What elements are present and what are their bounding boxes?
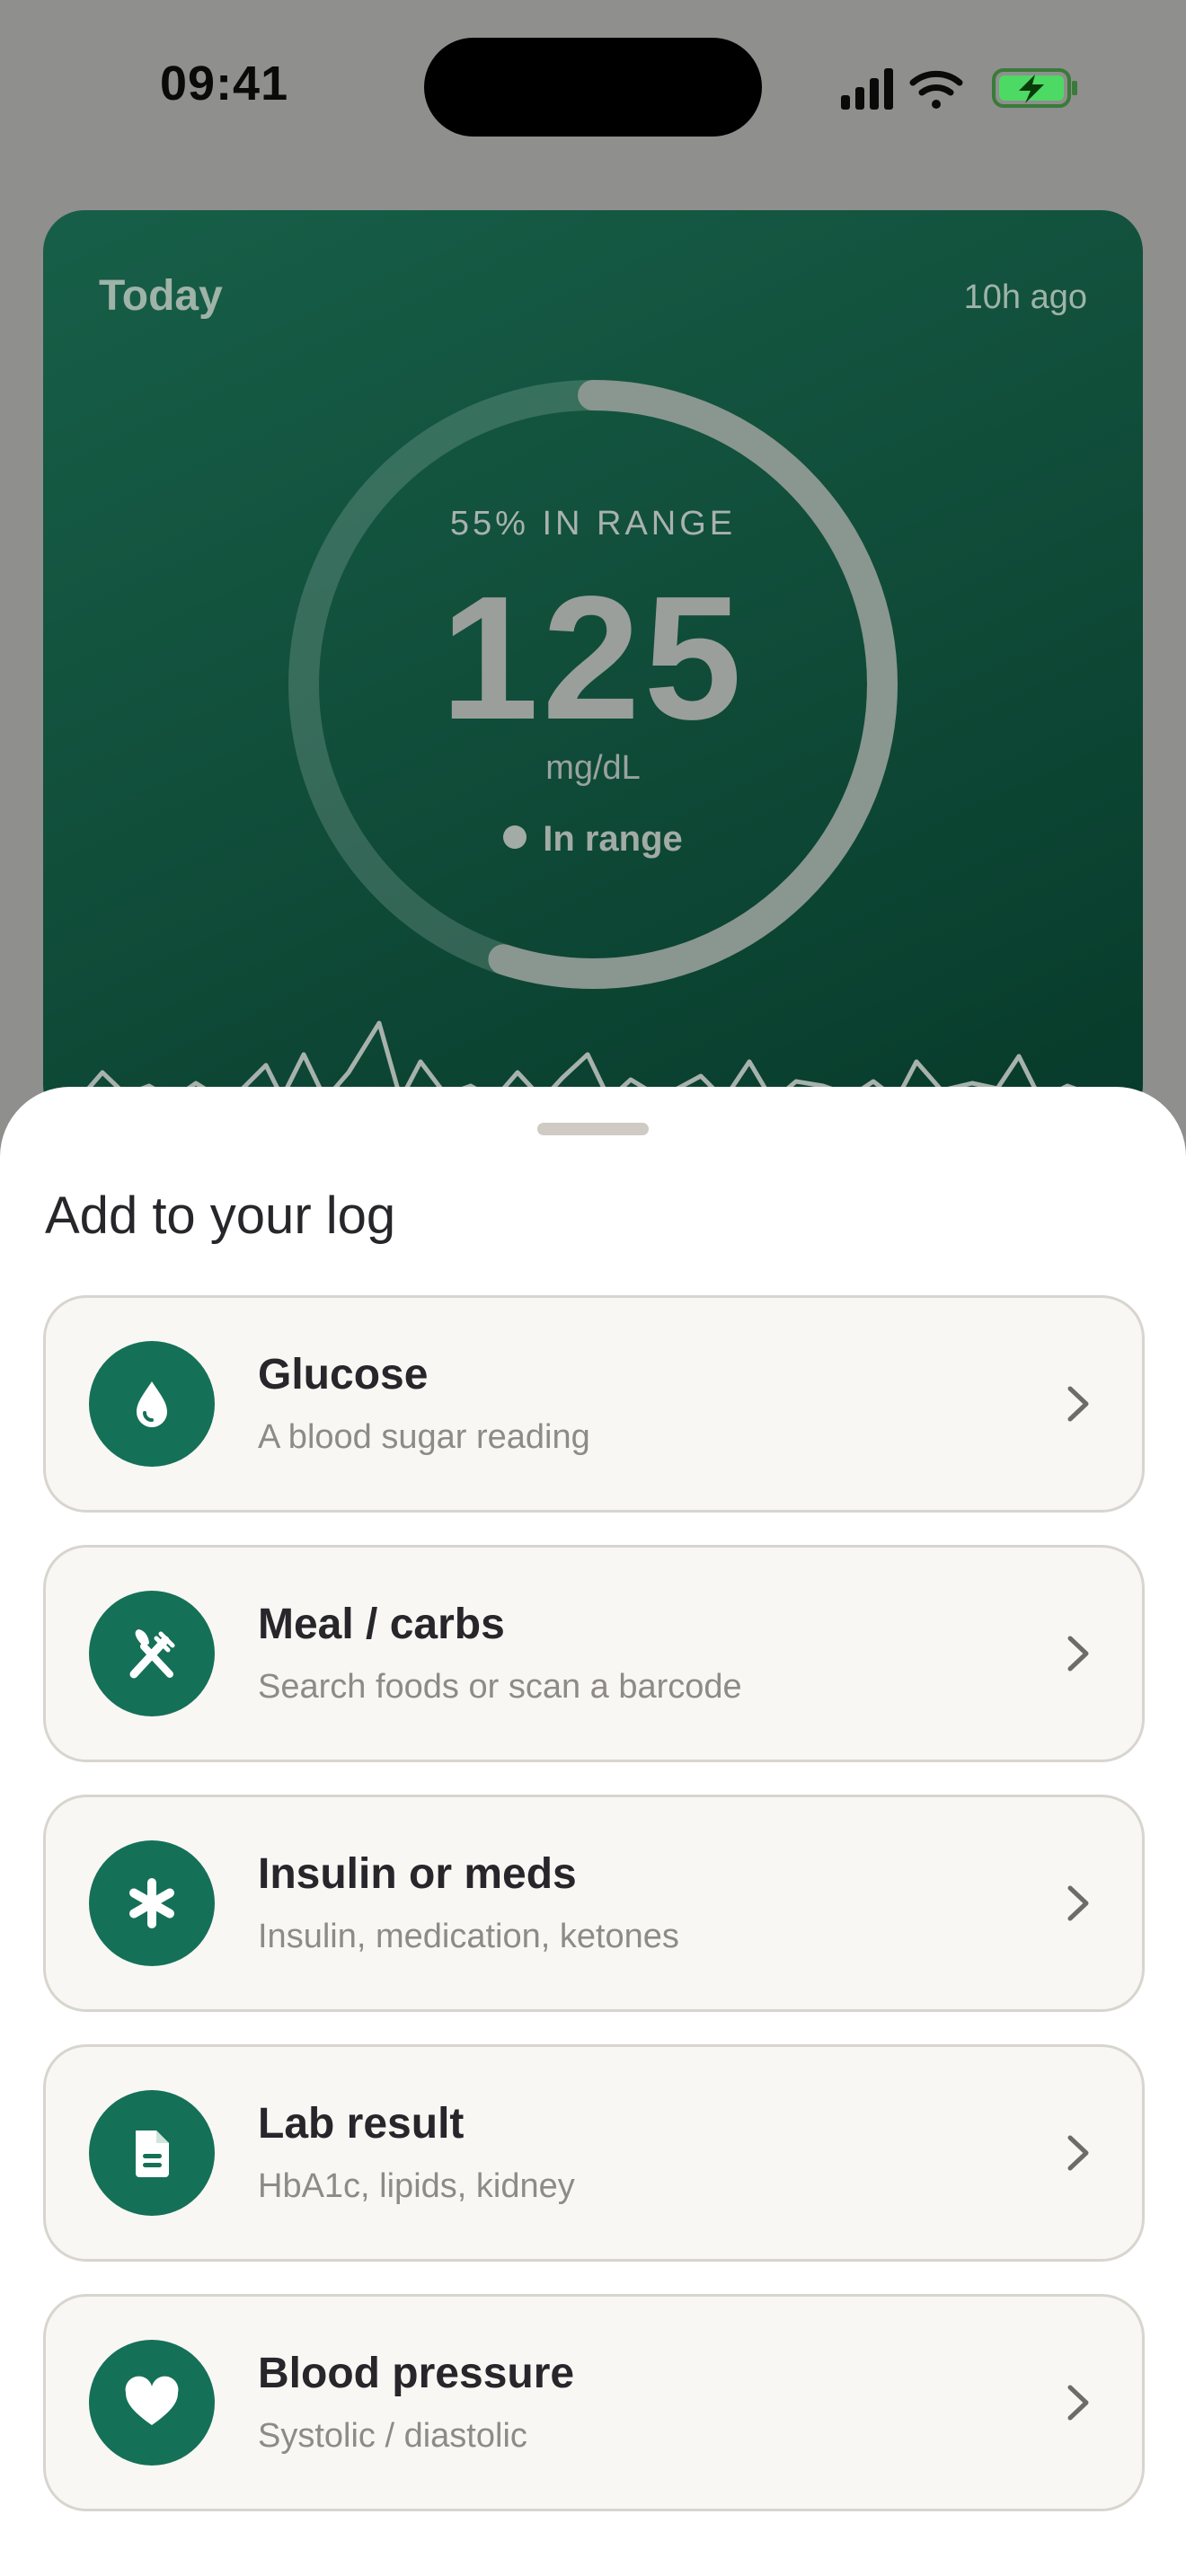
today-summary-card[interactable]: Today 10h ago 55% IN RANGE 125 mg/dL In …	[43, 210, 1143, 1126]
heart-icon	[89, 2340, 215, 2466]
fork-knife-icon	[89, 1591, 215, 1716]
add-to-log-sheet: Add to your log Glucose A blood sugar re…	[0, 1087, 1186, 2576]
status-icons	[841, 68, 1077, 110]
battery-charging-icon	[992, 68, 1077, 108]
chevron-right-icon	[1067, 2135, 1089, 2171]
chevron-right-icon	[1067, 2385, 1089, 2421]
status-bar: 09:41	[0, 0, 1186, 171]
document-icon	[89, 2090, 215, 2216]
log-item-subtitle: Systolic / diastolic	[258, 2417, 527, 2455]
chevron-right-icon	[1067, 1386, 1089, 1422]
log-item-subtitle: Search foods or scan a barcode	[258, 1668, 742, 1706]
log-item-lab-result[interactable]: Lab result HbA1c, lipids, kidney	[43, 2044, 1145, 2262]
log-item-label: Glucose	[258, 1351, 429, 1398]
log-item-blood-pressure[interactable]: Blood pressure Systolic / diastolic	[43, 2294, 1145, 2511]
log-item-subtitle: Insulin, medication, ketones	[258, 1918, 679, 1955]
sheet-title: Add to your log	[45, 1187, 396, 1245]
drop-icon	[89, 1341, 215, 1467]
wifi-icon	[909, 70, 963, 109]
glucose-sparkline	[77, 1020, 1101, 1104]
screen: 09:41 Today 10h ago 55% IN RANGE 125 mg/…	[0, 0, 1186, 2576]
signal-icon	[841, 68, 893, 110]
log-item-insulin-meds[interactable]: Insulin or meds Insulin, medication, ket…	[43, 1795, 1145, 2012]
dynamic-island	[424, 38, 762, 137]
log-item-meal-carbs[interactable]: Meal / carbs Search foods or scan a barc…	[43, 1545, 1145, 1762]
chevron-right-icon	[1067, 1885, 1089, 1921]
log-item-label: Meal / carbs	[258, 1601, 505, 1648]
log-item-label: Lab result	[258, 2100, 465, 2148]
asterisk-icon	[89, 1840, 215, 1966]
sheet-grabber[interactable]	[537, 1123, 649, 1135]
chevron-right-icon	[1067, 1636, 1089, 1672]
log-item-label: Insulin or meds	[258, 1850, 577, 1898]
log-item-subtitle: HbA1c, lipids, kidney	[258, 2167, 575, 2205]
log-item-subtitle: A blood sugar reading	[258, 1418, 590, 1456]
log-item-glucose[interactable]: Glucose A blood sugar reading	[43, 1295, 1145, 1513]
log-item-label: Blood pressure	[258, 2350, 575, 2397]
status-time: 09:41	[160, 57, 289, 110]
